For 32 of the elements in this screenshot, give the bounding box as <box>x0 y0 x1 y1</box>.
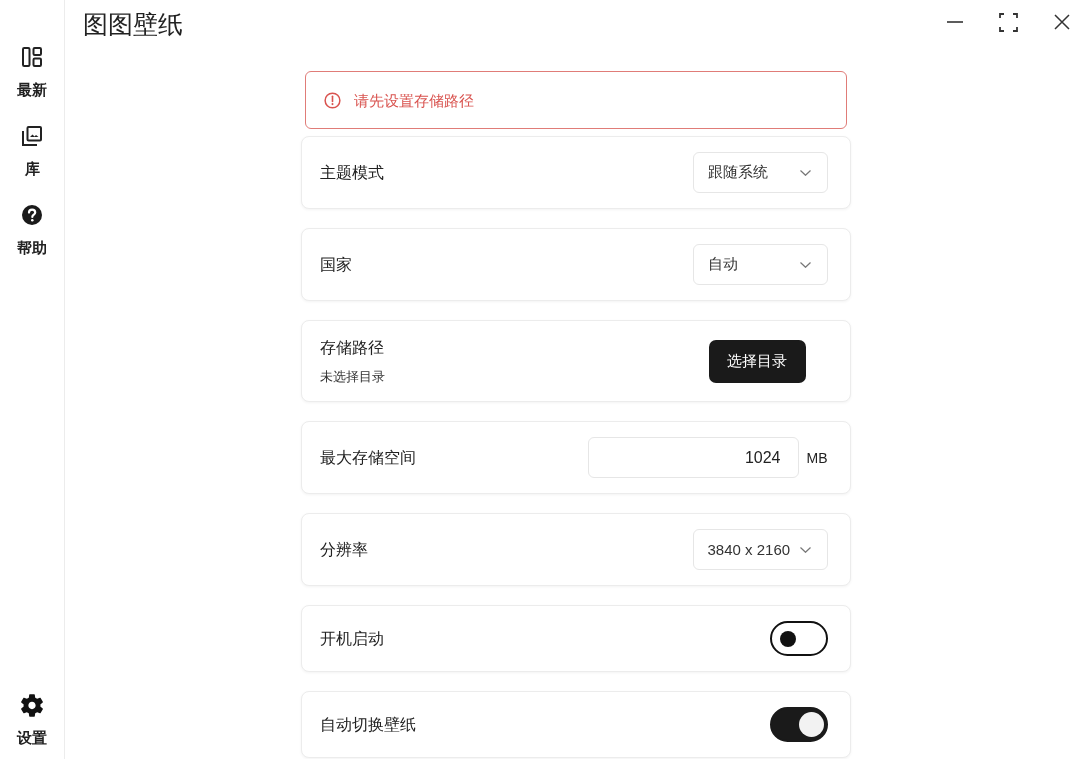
maximize-icon[interactable] <box>999 12 1018 32</box>
help-icon <box>22 205 42 225</box>
choose-folder-button[interactable]: 选择目录 <box>708 339 806 383</box>
dropdown[interactable]: 3840 x 2160 <box>692 529 828 570</box>
nav-item[interactable]: 库 <box>22 126 42 178</box>
toggle-switch[interactable] <box>769 707 828 742</box>
setting-label: 分辨率 <box>319 539 368 560</box>
alert-message: 请先设置存储路径 <box>353 91 474 111</box>
dropdown[interactable]: 跟随系统 <box>692 152 828 193</box>
setting-label: 最大存储空间 <box>319 447 416 468</box>
setting-description: 未选择目录 <box>319 368 385 386</box>
setting-label: 主题模式 <box>319 162 384 183</box>
setting-label: 国家 <box>319 254 352 275</box>
unit-label: MB <box>806 449 828 466</box>
nav-item[interactable]: 帮助 <box>17 205 47 257</box>
chevron-down-icon <box>799 546 811 553</box>
app-title: 图图壁纸 <box>83 9 183 40</box>
setting-label: 存储路径 <box>319 338 385 358</box>
nav-item[interactable]: 设置 <box>17 694 47 747</box>
photo-stack-icon <box>22 126 42 146</box>
dropdown[interactable]: 自动 <box>692 244 828 285</box>
settings-icon <box>21 694 43 717</box>
close-icon[interactable] <box>1054 14 1070 30</box>
chevron-down-icon <box>799 261 811 268</box>
alert-circle-icon <box>323 91 341 109</box>
panels-icon <box>22 47 42 67</box>
toggle-switch[interactable] <box>769 621 828 656</box>
nav-item[interactable]: 最新 <box>17 47 47 99</box>
input-field[interactable]: 1024 <box>587 437 799 478</box>
setting-label: 开机启动 <box>319 628 384 649</box>
chevron-down-icon <box>799 169 811 176</box>
setting-label: 自动切换壁纸 <box>319 714 416 735</box>
